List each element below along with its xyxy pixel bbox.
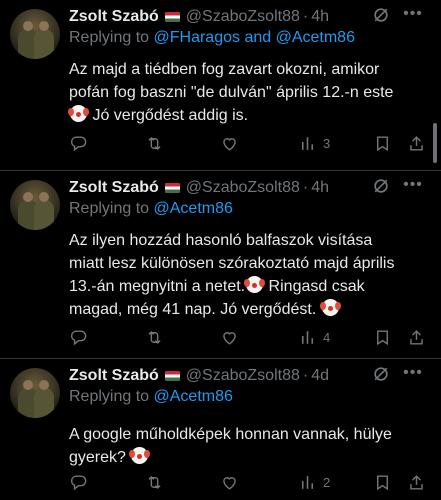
- reply-icon: [70, 135, 87, 151]
- retweet-button[interactable]: [145, 471, 164, 493]
- separator-dot: ·: [302, 179, 309, 196]
- retweet-icon: [148, 475, 161, 489]
- timestamp[interactable]: 4d: [311, 367, 329, 385]
- timestamp[interactable]: 4h: [311, 179, 329, 197]
- tweet-text-line: A google műholdképek honnan vannak, hüly…: [69, 426, 392, 443]
- retweet-button[interactable]: [145, 132, 164, 154]
- tweet-text-line: pofán fog baszni "de dulván" április 12.…: [69, 84, 394, 101]
- replying-to: Replying to @Acetm86: [69, 388, 233, 406]
- author-name[interactable]: Zsolt Szabó: [69, 8, 159, 26]
- more-icon[interactable]: •••: [401, 5, 425, 25]
- reply-button[interactable]: [69, 132, 88, 154]
- timestamp[interactable]: 4h: [311, 8, 329, 26]
- views-icon: [301, 136, 314, 150]
- author-name[interactable]: Zsolt Szabó: [69, 367, 159, 385]
- separator-dot: ·: [302, 367, 309, 384]
- author-handle[interactable]: @SzaboZsolt88: [186, 8, 300, 26]
- avatar[interactable]: [10, 368, 60, 418]
- clown-emoji: [68, 105, 87, 122]
- share-icon: [410, 329, 423, 345]
- avatar[interactable]: [10, 180, 60, 230]
- author-name[interactable]: Zsolt Szabó: [69, 179, 159, 197]
- share-button[interactable]: [407, 132, 426, 154]
- share-button[interactable]: [407, 471, 426, 493]
- tweet-text: Az majd a tiédben fog zavart okozni, ami…: [68, 58, 429, 127]
- like-button[interactable]: [220, 132, 239, 154]
- like-button[interactable]: [220, 326, 239, 348]
- replying-to-label: Replying to: [69, 29, 150, 46]
- flag-hu-icon: [164, 371, 180, 381]
- tweet[interactable]: Zsolt Szabó @SzaboZsolt88 · 4h ••• Reply…: [0, 171, 441, 358]
- views-icon: [301, 475, 314, 489]
- like-button[interactable]: [220, 471, 239, 493]
- tweet-text-line: Jó vergődést addig is.: [88, 107, 249, 124]
- replying-to: Replying to @Acetm86: [69, 200, 233, 218]
- avatar[interactable]: [10, 9, 60, 59]
- scrollbar[interactable]: [433, 123, 437, 163]
- like-icon: [223, 137, 236, 151]
- action-bar: 4: [69, 326, 429, 348]
- reply-mention-link[interactable]: @FHaragos and @Acetm86: [154, 29, 355, 46]
- tweet[interactable]: Zsolt Szabó @SzaboZsolt88 · 4d ••• Reply…: [0, 359, 441, 500]
- tweet-text-line: magad, még 41 nap. Jó vergődést.: [69, 301, 317, 318]
- share-button[interactable]: [407, 326, 426, 348]
- flag-hu-icon: [164, 12, 180, 22]
- bookmark-button[interactable]: [373, 326, 392, 348]
- views-button[interactable]: 3: [298, 132, 330, 154]
- replying-to: Replying to @FHaragos and @Acetm86: [69, 29, 355, 47]
- reply-icon: [70, 329, 87, 345]
- tweet-text: A google műholdképek honnan vannak, hüly…: [69, 423, 429, 469]
- bookmark-icon: [377, 135, 388, 151]
- reply-mention-link[interactable]: @Acetm86: [154, 388, 233, 405]
- tweet-text-line: Az majd a tiédben fog zavart okozni, ami…: [69, 61, 380, 78]
- like-icon: [223, 331, 236, 345]
- bookmark-icon: [377, 329, 388, 345]
- retweet-icon: [148, 330, 161, 344]
- views-button[interactable]: 2: [298, 471, 330, 493]
- tweet-text-line: Ringasd csak: [264, 278, 365, 295]
- tweet[interactable]: Zsolt Szabó @SzaboZsolt88 · 4h ••• Reply…: [0, 0, 441, 170]
- bookmark-button[interactable]: [373, 471, 392, 493]
- views-icon: [301, 330, 314, 344]
- more-icon[interactable]: •••: [401, 364, 425, 384]
- reply-button[interactable]: [69, 471, 88, 493]
- tweet-text: Az ilyen hozzád hasonló balfaszok visítá…: [69, 229, 429, 321]
- retweet-icon: [148, 136, 161, 150]
- replying-to-label: Replying to: [69, 388, 150, 405]
- grok-icon[interactable]: [371, 176, 391, 196]
- views-count: 3: [323, 135, 331, 151]
- author-handle[interactable]: @SzaboZsolt88: [186, 367, 300, 385]
- bookmark-icon: [377, 474, 388, 490]
- share-icon: [410, 474, 423, 490]
- reply-mention-link[interactable]: @Acetm86: [154, 200, 233, 217]
- bookmark-button[interactable]: [373, 132, 392, 154]
- retweet-button[interactable]: [145, 326, 164, 348]
- views-count: 4: [323, 329, 331, 345]
- clown-emoji: [129, 447, 149, 464]
- more-icon[interactable]: •••: [401, 176, 425, 196]
- tweet-text-line: 13.-án megnyitni a netet.: [69, 278, 246, 295]
- tweet-text-line: Az ilyen hozzád hasonló balfaszok visítá…: [69, 232, 373, 249]
- grok-icon[interactable]: [371, 364, 391, 384]
- clown-emoji: [319, 299, 339, 316]
- views-button[interactable]: 4: [298, 326, 330, 348]
- action-bar: 3: [69, 132, 429, 154]
- flag-hu-icon: [164, 183, 180, 193]
- reply-button[interactable]: [69, 326, 88, 348]
- share-icon: [410, 135, 423, 151]
- clown-emoji: [244, 276, 264, 293]
- replying-to-label: Replying to: [69, 200, 150, 217]
- like-icon: [223, 476, 236, 490]
- tweet-text-line: miatt lesz különösen szórakoztató majd á…: [69, 255, 395, 272]
- reply-icon: [70, 474, 87, 490]
- author-handle[interactable]: @SzaboZsolt88: [186, 179, 300, 197]
- separator-dot: ·: [302, 8, 309, 25]
- tweet-text-line: gyerek?: [69, 449, 126, 466]
- action-bar: 2: [69, 471, 429, 493]
- views-count: 2: [323, 474, 331, 490]
- grok-icon[interactable]: [371, 5, 391, 25]
